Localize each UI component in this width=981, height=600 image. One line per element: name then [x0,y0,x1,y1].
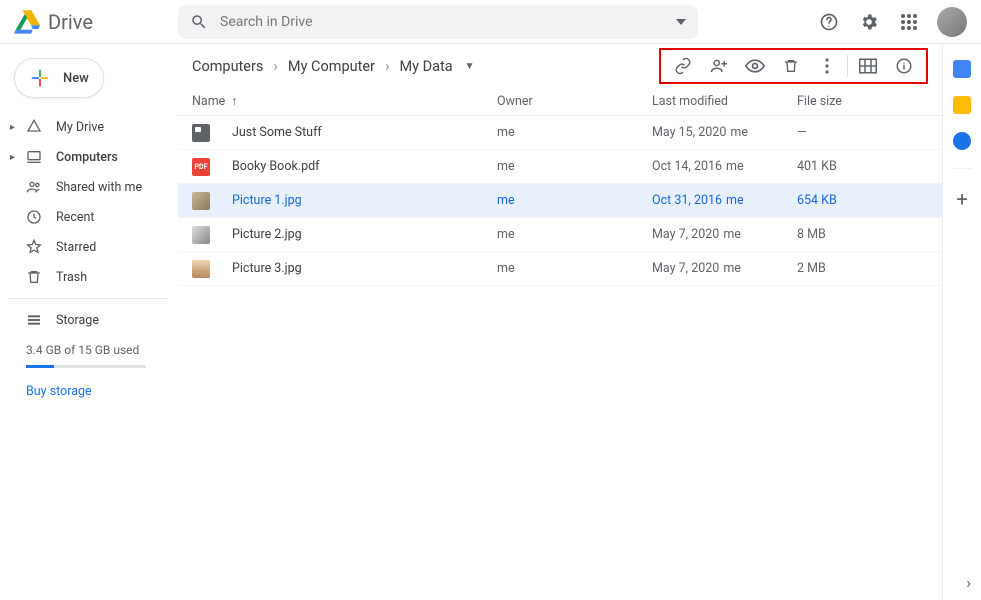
plus-icon [29,67,51,89]
sidebar-item-label: Storage [56,313,99,328]
collapse-panel-button[interactable]: › [966,573,971,592]
file-modified: May 15, 2020me [652,125,797,140]
file-size: 2 MB [797,261,928,276]
sidebar-item-shared[interactable]: Shared with me [8,172,178,202]
search-dropdown-icon[interactable] [676,17,686,27]
table-row[interactable]: Picture 2.jpg meMay 7, 2020me8 MB [178,218,942,252]
file-modified: May 7, 2020me [652,261,797,276]
apps-icon[interactable] [897,10,921,34]
shared-icon [26,179,42,195]
table-row[interactable]: Picture 3.jpg meMay 7, 2020me2 MB [178,252,942,286]
crumb-mydata[interactable]: My Data [399,58,452,75]
breadcrumb: Computers › My Computer › My Data ▼ [192,57,475,75]
share-button[interactable] [701,51,737,81]
expand-caret-icon[interactable]: ▸ [10,152,15,163]
recent-icon [26,209,42,225]
file-name: Just Some Stuff [232,125,322,140]
new-label: New [63,71,89,86]
table-row[interactable]: PDFBooky Book.pdfmeOct 14, 2016me401 KB [178,150,942,184]
file-name: Picture 1.jpg [232,193,302,208]
col-modified[interactable]: Last modified [652,94,797,109]
get-link-button[interactable] [665,51,701,81]
action-toolbar-highlight [659,48,928,84]
trash-icon [26,269,42,285]
storage-used-text: 3.4 GB of 15 GB used [8,335,178,359]
buy-storage-link[interactable]: Buy storage [8,368,178,399]
file-owner: me [497,159,652,174]
delete-button[interactable] [773,51,809,81]
file-owner: me [497,193,652,208]
file-modified: Oct 31, 2016me [652,193,797,208]
drive-logo-icon [14,10,40,34]
app-name: Drive [48,10,93,34]
more-actions-button[interactable] [809,51,845,81]
file-owner: me [497,125,652,140]
file-name: Booky Book.pdf [232,159,320,174]
crumb-mycomputer[interactable]: My Computer [288,58,375,75]
col-owner[interactable]: Owner [497,94,652,109]
sidebar: New ▸ My Drive ▸ Computers Shared with me Rec… [0,44,178,600]
drive-logo[interactable]: Drive [14,10,178,34]
grid-view-button[interactable] [850,51,886,81]
col-name[interactable]: Name↑ [192,94,497,109]
sidebar-item-label: Shared with me [56,180,142,195]
add-addon-button[interactable]: + [956,187,967,211]
file-name: Picture 2.jpg [232,227,302,242]
help-icon[interactable] [817,10,841,34]
computers-icon [26,149,42,165]
file-size: — [797,125,928,140]
sidebar-item-storage[interactable]: Storage [8,305,178,335]
calendar-addon-icon[interactable] [953,60,971,78]
gear-icon[interactable] [857,10,881,34]
keep-addon-icon[interactable] [953,96,971,114]
sidebar-item-mydrive[interactable]: ▸ My Drive [8,112,178,142]
file-name: Picture 3.jpg [232,261,302,276]
file-size: 8 MB [797,227,928,242]
side-panel: + [943,44,981,600]
file-size: 401 KB [797,159,928,174]
starred-icon [26,239,42,255]
mydrive-icon [26,119,42,135]
sidebar-item-starred[interactable]: Starred [8,232,178,262]
storage-bar [26,365,146,368]
table-row[interactable]: Just Some Stuff meMay 15, 2020me— [178,116,942,150]
chevron-right-icon: › [385,57,390,75]
preview-button[interactable] [737,51,773,81]
search-icon [190,13,208,31]
table-row[interactable]: Picture 1.jpg meOct 31, 2016me654 KB [178,184,942,218]
sidebar-item-recent[interactable]: Recent [8,202,178,232]
sidebar-item-trash[interactable]: Trash [8,262,178,292]
sidebar-item-label: My Drive [56,120,104,135]
storage-icon [26,312,42,328]
file-size: 654 KB [797,193,928,208]
new-button[interactable]: New [14,58,104,98]
column-headers: Name↑ Owner Last modified File size [178,88,942,116]
crumb-computers[interactable]: Computers [192,58,263,75]
search-input[interactable] [220,14,664,30]
sidebar-item-computers[interactable]: ▸ Computers [8,142,178,172]
sort-arrow-icon: ↑ [231,94,237,109]
chevron-down-icon[interactable]: ▼ [465,61,475,72]
file-owner: me [497,261,652,276]
tasks-addon-icon[interactable] [953,132,971,150]
sidebar-item-label: Starred [56,240,96,255]
details-button[interactable] [886,51,922,81]
sidebar-item-label: Trash [56,270,87,285]
col-size[interactable]: File size [797,94,928,109]
sidebar-item-label: Computers [56,150,118,165]
chevron-right-icon: › [273,57,278,75]
sidebar-item-label: Recent [56,210,95,225]
file-modified: Oct 14, 2016me [652,159,797,174]
file-owner: me [497,227,652,242]
file-modified: May 7, 2020me [652,227,797,242]
search-bar[interactable] [178,5,698,39]
avatar[interactable] [937,7,967,37]
expand-caret-icon[interactable]: ▸ [10,122,15,133]
